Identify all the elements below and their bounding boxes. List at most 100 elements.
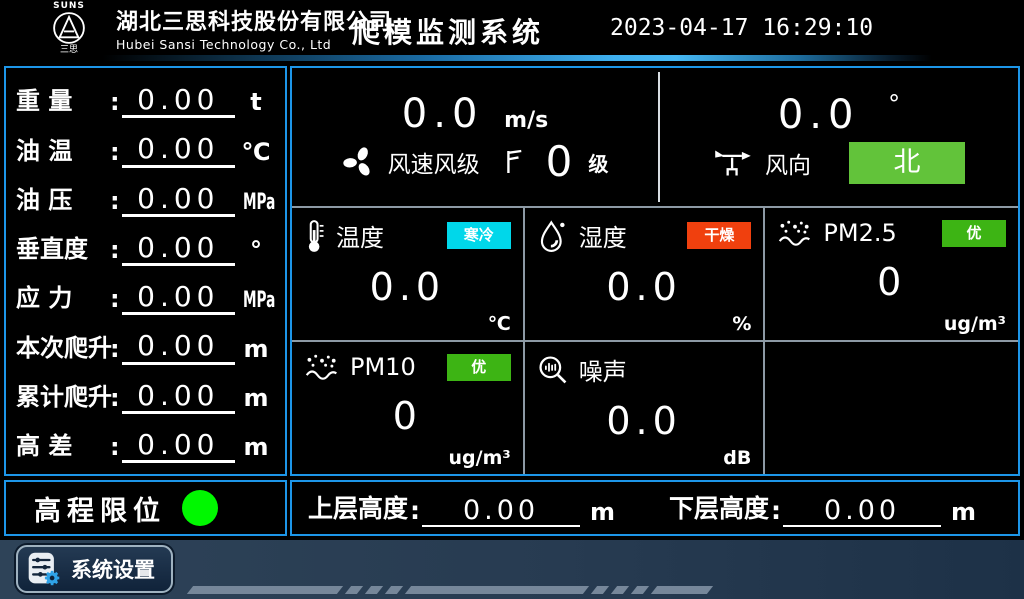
row-label: 重 量 xyxy=(16,81,110,118)
row-value: 0.00 xyxy=(122,134,235,167)
cell-unit: % xyxy=(732,313,751,335)
wind-level-unit: 级 xyxy=(588,148,608,177)
measurements-panel: 重 量: 0.00 t 油 温: 0.00 ℃ 油 压: 0.00 MPa 垂直… xyxy=(4,66,287,476)
cell-value: 0.0 xyxy=(537,265,752,309)
fan-icon xyxy=(342,145,376,179)
system-settings-button[interactable]: 系统设置 xyxy=(16,545,173,593)
wind-speed-block: 0.0 m/s 风速风级 0 级 xyxy=(292,68,658,206)
row-unit: MPa xyxy=(243,190,269,217)
wind-vane-icon xyxy=(713,147,753,179)
row-unit: t xyxy=(235,88,277,118)
row-label: 累计爬升 xyxy=(16,377,110,414)
wind-level-icon xyxy=(502,147,524,177)
row-label: 应 力 xyxy=(16,278,110,315)
row-label: 高 差 xyxy=(16,426,110,463)
row-value: 0.00 xyxy=(122,85,235,118)
upper-height-label: 上层高度 xyxy=(308,489,408,527)
taskbar-decoration-stripe xyxy=(190,586,710,594)
measurement-row-oil-temp: 油 温: 0.00 ℃ xyxy=(16,123,277,172)
cell-unit: ug/m³ xyxy=(944,313,1006,335)
env-cell-noise: 噪声 0.0 dB xyxy=(525,342,764,474)
wind-direction-block: 0.0 ° 风向 北 xyxy=(660,68,1018,206)
lower-height-label: 下层高度 xyxy=(669,489,769,527)
cell-unit: ℃ xyxy=(488,313,511,335)
wind-level-value: 0 xyxy=(546,141,573,183)
company-name: 湖北三思科技股份有限公司 Hubei Sansi Technology Co.,… xyxy=(116,4,392,52)
page-title: 爬模监测系统 xyxy=(352,11,544,51)
status-light xyxy=(182,490,218,526)
thermometer-icon xyxy=(304,219,326,253)
row-value: 0.00 xyxy=(122,381,235,414)
measurement-row-total-climb: 累计爬升: 0.00 m xyxy=(16,370,277,419)
company-name-en: Hubei Sansi Technology Co., Ltd xyxy=(116,37,392,52)
row-unit: MPa xyxy=(243,288,269,315)
cell-label: PM2.5 xyxy=(823,219,896,247)
cell-label: PM10 xyxy=(350,353,416,381)
company-logo: SUNS 三思 xyxy=(30,1,108,55)
settings-gear-icon xyxy=(26,551,62,587)
measurement-row-current-climb: 本次爬升: 0.00 m xyxy=(16,320,277,369)
env-cell-pm25: PM2.5 优 0 ug/m³ xyxy=(765,208,1018,340)
elevation-limit-box: 高程限位 xyxy=(4,480,287,536)
measurement-row-stress: 应 力: 0.00 MPa xyxy=(16,271,277,320)
row-unit: m xyxy=(235,433,277,463)
cell-label: 湿度 xyxy=(579,218,627,253)
cell-value: 0.0 xyxy=(304,265,511,309)
lower-height-group: 下层高度: 0.00 m xyxy=(669,489,1002,527)
row-unit: m xyxy=(235,335,277,365)
dust-icon xyxy=(304,352,340,382)
settings-button-label: 系统设置 xyxy=(71,554,155,584)
wind-direction-label: 风向 xyxy=(765,146,811,180)
upper-height-unit: m xyxy=(590,498,615,527)
upper-height-value: 0.00 xyxy=(422,497,580,527)
row-value: 0.00 xyxy=(122,282,235,315)
row-label: 本次爬升 xyxy=(16,328,110,365)
droplet-icon xyxy=(537,219,569,253)
lower-height-unit: m xyxy=(951,498,976,527)
row-label: 垂直度 xyxy=(16,229,110,266)
wind-speed-value: 0.0 xyxy=(402,91,484,137)
wind-speed-unit: m/s xyxy=(504,108,548,133)
header-divider-bar xyxy=(0,55,1024,61)
status-badge: 优 xyxy=(447,354,511,381)
logo-text-top: SUNS xyxy=(53,1,85,11)
measurement-row-height-diff: 高 差: 0.00 m xyxy=(16,419,277,468)
env-cell-empty xyxy=(765,342,1018,474)
measurement-row-oil-pressure: 油 压: 0.00 MPa xyxy=(16,173,277,222)
taskbar: 系统设置 xyxy=(0,540,1024,599)
lower-height-value: 0.00 xyxy=(783,497,941,527)
cell-value: 0 xyxy=(304,394,511,438)
wind-speed-label: 风速风级 xyxy=(388,145,480,179)
elevation-limit-label: 高程限位 xyxy=(34,489,166,528)
row-unit: ℃ xyxy=(235,138,277,168)
row-unit: ° xyxy=(235,236,277,266)
measurement-row-weight: 重 量: 0.00 t xyxy=(16,74,277,123)
cell-value: 0.0 xyxy=(537,399,752,443)
wind-direction-badge: 北 xyxy=(849,142,965,184)
row-value: 0.00 xyxy=(122,430,235,463)
cell-value: 0 xyxy=(777,260,1006,304)
wind-direction-value: 0.0 xyxy=(778,92,860,138)
environment-grid: 温度 寒冷 0.0 ℃ 湿度 干燥 0.0 % xyxy=(292,206,1018,474)
logo-text-bottom: 三思 xyxy=(60,45,78,55)
status-badge: 优 xyxy=(942,220,1006,247)
company-name-cn: 湖北三思科技股份有限公司 xyxy=(116,4,392,36)
status-badge: 寒冷 xyxy=(447,222,511,249)
row-label: 油 压 xyxy=(16,180,110,217)
environment-panel: 0.0 m/s 风速风级 0 级 xyxy=(290,66,1020,476)
dust-icon xyxy=(777,218,813,248)
noise-icon xyxy=(537,354,569,386)
measurement-row-verticality: 垂直度: 0.00 ° xyxy=(16,222,277,271)
header: SUNS 三思 湖北三思科技股份有限公司 Hubei Sansi Technol… xyxy=(0,0,1024,55)
row-unit: m xyxy=(235,384,277,414)
row-value: 0.00 xyxy=(122,331,235,364)
status-badge: 干燥 xyxy=(687,222,751,249)
env-cell-pm10: PM10 优 0 ug/m³ xyxy=(292,342,523,474)
env-cell-temperature: 温度 寒冷 0.0 ℃ xyxy=(292,208,523,340)
row-value: 0.00 xyxy=(122,184,235,217)
layer-heights-box: 上层高度: 0.00 m 下层高度: 0.00 m xyxy=(290,480,1020,536)
cell-label: 温度 xyxy=(336,218,384,253)
row-value: 0.00 xyxy=(122,233,235,266)
datetime-display: 2023-04-17 16:29:10 xyxy=(610,15,873,41)
cell-unit: ug/m³ xyxy=(449,447,511,469)
